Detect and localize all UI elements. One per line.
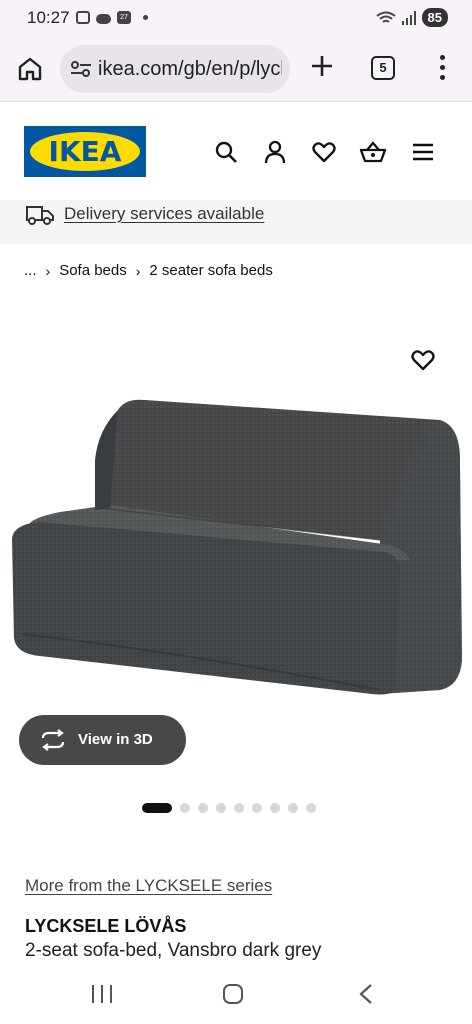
carousel-dot[interactable] [288,803,298,813]
product-name: LYCKSELE LÖVÅS [25,916,187,936]
delivery-services-link[interactable]: Delivery services available [64,204,264,224]
browser-toolbar: ikea.com/gb/en/p/lycksele 5 [0,36,472,102]
search-icon[interactable] [213,139,239,165]
back-icon[interactable] [358,983,374,1005]
breadcrumb: ... › Sofa beds › 2 seater sofa beds [24,262,273,279]
address-bar[interactable]: ikea.com/gb/en/p/lycksele [60,45,290,93]
carousel-dot[interactable] [180,803,190,813]
site-settings-icon[interactable] [70,60,92,78]
signal-icon [401,10,416,25]
more-notifications-dot [143,15,148,20]
home-icon[interactable] [16,55,44,83]
home-button-icon[interactable] [223,984,243,1004]
add-to-favourites-heart-icon[interactable] [410,348,436,372]
basket-icon[interactable] [359,139,387,165]
delivery-banner: Delivery services available [0,200,472,244]
calendar-icon: 27 [117,11,131,24]
chevron-right-icon: › [135,262,141,279]
product-image[interactable] [0,390,472,700]
hamburger-menu-icon[interactable] [410,139,436,165]
status-time: 10:27 [27,8,70,27]
system-navigation-bar [0,968,472,1024]
rotate-3d-icon [39,729,67,751]
carousel-dot[interactable] [198,803,208,813]
carousel-dot[interactable] [234,803,244,813]
breadcrumb-ellipsis[interactable]: ... [24,262,37,279]
image-carousel-indicator [142,803,316,813]
carousel-dot[interactable] [216,803,226,813]
status-bar: 10:27 27 85 [0,0,472,36]
screenshot-icon [76,11,90,24]
ikea-logo[interactable]: IKEA [24,126,146,177]
truck-icon [25,204,55,226]
url-text[interactable]: ikea.com/gb/en/p/lycksele [98,58,282,81]
carousel-dot[interactable] [306,803,316,813]
product-description: 2-seat sofa-bed, Vansbro dark grey [25,940,322,961]
wifi-icon [375,11,396,25]
tab-switcher-button[interactable]: 5 [371,56,395,80]
view-in-3d-label: View in 3D [78,731,153,748]
recent-apps-icon[interactable] [92,985,114,1005]
overflow-menu-icon[interactable] [432,54,452,82]
cloud-icon [96,13,111,24]
carousel-dot[interactable] [270,803,280,813]
heart-icon[interactable] [311,139,337,165]
breadcrumb-2-seater-sofa-beds[interactable]: 2 seater sofa beds [149,262,272,279]
system-status: 85 [375,8,448,27]
notification-icons: 27 [76,11,148,24]
new-tab-icon[interactable] [309,53,335,79]
carousel-dot[interactable] [142,803,172,813]
site-header: IKEA [0,103,472,200]
breadcrumb-sofa-beds[interactable]: Sofa beds [59,262,127,279]
view-in-3d-button[interactable]: View in 3D [19,715,186,765]
battery-indicator: 85 [421,8,448,27]
account-icon[interactable] [262,139,288,165]
more-from-series-link[interactable]: More from the LYCKSELE series [25,876,272,896]
carousel-dot[interactable] [252,803,262,813]
chevron-right-icon: › [45,262,51,279]
